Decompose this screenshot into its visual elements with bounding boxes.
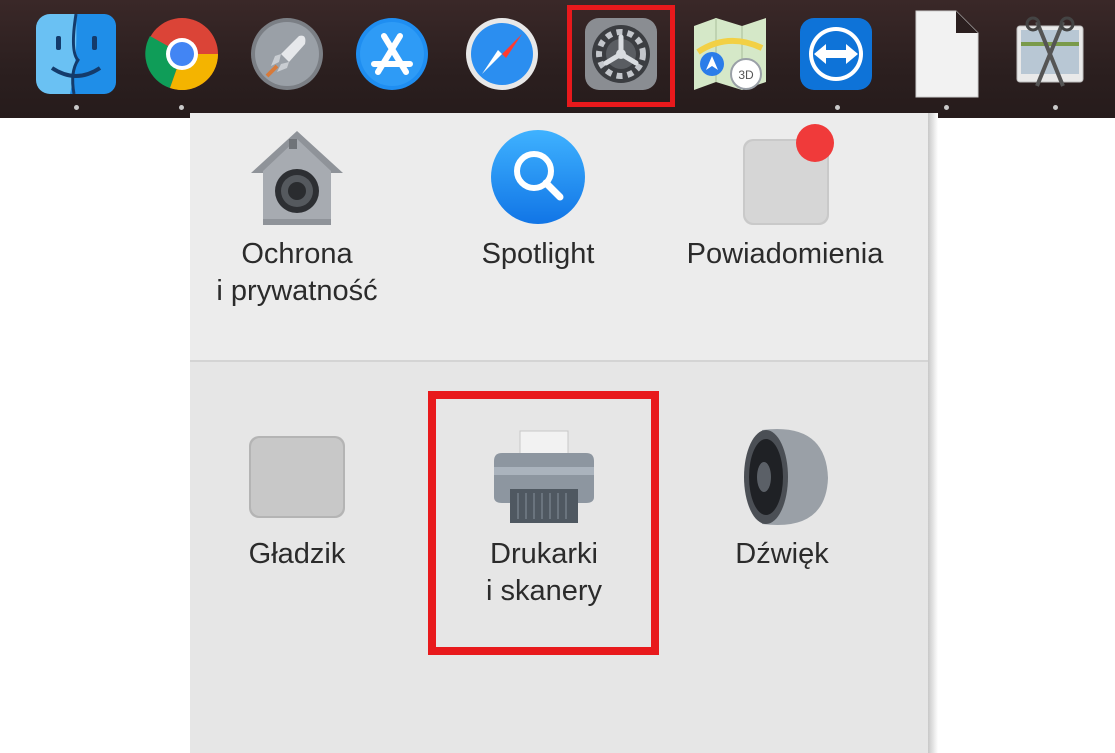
- finder-icon[interactable]: [30, 8, 122, 100]
- launchpad-icon[interactable]: [241, 8, 333, 100]
- running-indicator: [835, 105, 840, 110]
- pref-spotlight[interactable]: Spotlight: [428, 118, 648, 273]
- running-indicator: [944, 105, 949, 110]
- teamviewer-icon[interactable]: [790, 8, 882, 100]
- highlight-box-printers-scanners: [428, 391, 659, 655]
- dock: 3D: [0, 0, 1115, 118]
- pref-security[interactable]: Ochrona i prywatność: [187, 118, 407, 310]
- pref-label: Gładzik: [248, 538, 346, 570]
- document-icon[interactable]: [898, 8, 990, 100]
- running-indicator: [179, 105, 184, 110]
- maps-icon[interactable]: 3D: [684, 8, 776, 100]
- screenshot-tool-icon[interactable]: [1003, 8, 1095, 100]
- pref-sound[interactable]: Dźwięk: [672, 418, 892, 573]
- window-edge: [928, 113, 938, 753]
- trackpad-icon: [245, 418, 349, 536]
- pref-label: Powiadomienia: [686, 238, 884, 270]
- svg-text:3D: 3D: [738, 68, 754, 82]
- running-indicator: [1053, 105, 1058, 110]
- app-store-icon[interactable]: [346, 8, 438, 100]
- pref-label: Spotlight: [481, 238, 595, 270]
- pref-notifications[interactable]: Powiadomienia: [675, 118, 895, 273]
- safari-icon[interactable]: [456, 8, 548, 100]
- chrome-icon[interactable]: [136, 8, 228, 100]
- pref-trackpad[interactable]: Gładzik: [187, 418, 407, 573]
- spotlight-magnifier-icon: [488, 118, 588, 236]
- highlight-box-system-preferences: [567, 5, 675, 107]
- running-indicator: [74, 105, 79, 110]
- pref-label: Ochrona i prywatność: [216, 238, 378, 307]
- notifications-icon: [729, 118, 841, 236]
- section-divider: [190, 360, 928, 362]
- security-house-icon: [245, 118, 349, 236]
- speaker-icon: [732, 418, 832, 536]
- pref-label: Dźwięk: [735, 538, 829, 570]
